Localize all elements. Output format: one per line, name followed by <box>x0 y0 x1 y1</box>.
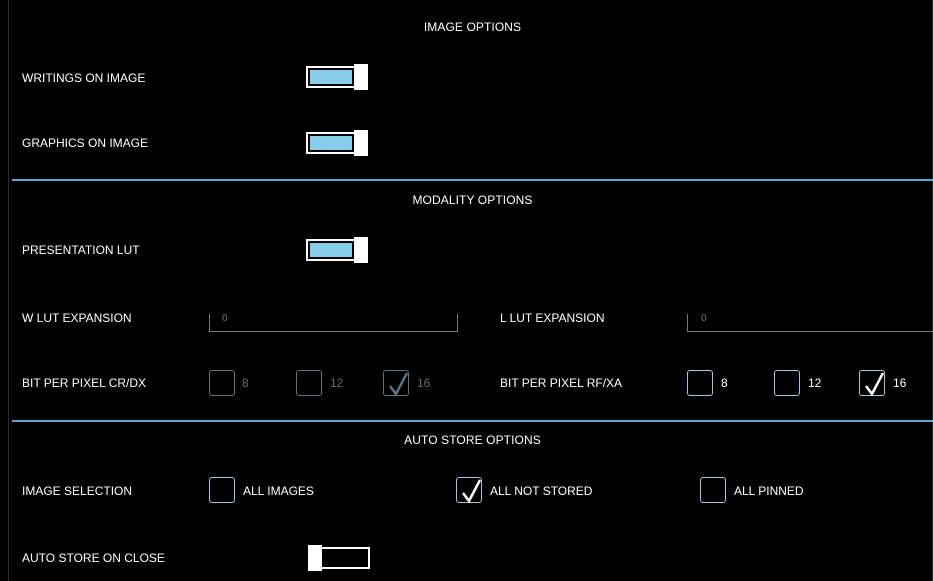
crdx-16-label: 16 <box>417 376 431 390</box>
graphics-on-image-toggle[interactable] <box>306 130 368 156</box>
rfxa-12-checkbox[interactable] <box>774 370 800 396</box>
check-icon <box>462 479 482 504</box>
writings-on-image-toggle[interactable] <box>306 64 368 90</box>
section-divider <box>12 179 933 181</box>
crdx-8-checkbox[interactable] <box>209 370 235 396</box>
all-images-checkbox[interactable] <box>209 477 235 503</box>
check-icon <box>865 372 885 397</box>
rfxa-16-label: 16 <box>893 376 907 390</box>
section-divider <box>12 420 933 422</box>
image-selection-label: IMAGE SELECTION <box>22 484 133 498</box>
all-not-stored-label: ALL NOT STORED <box>490 484 593 498</box>
bit-per-pixel-rfxa-label: BIT PER PIXEL RF/XA <box>500 376 623 390</box>
presentation-lut-label: PRESENTATION LUT <box>22 243 140 257</box>
auto-store-on-close-toggle[interactable] <box>308 545 370 571</box>
presentation-lut-toggle[interactable] <box>306 237 368 263</box>
rfxa-12-label: 12 <box>808 376 822 390</box>
all-pinned-checkbox[interactable] <box>700 477 726 503</box>
rfxa-8-label: 8 <box>721 376 728 390</box>
check-icon <box>389 372 409 397</box>
rfxa-8-checkbox[interactable] <box>687 370 713 396</box>
w-lut-expansion-value: 0 <box>222 313 228 324</box>
all-not-stored-checkbox[interactable] <box>456 477 482 504</box>
rfxa-16-checkbox[interactable] <box>859 370 885 397</box>
all-images-label: ALL IMAGES <box>243 484 314 498</box>
crdx-8-label: 8 <box>242 376 249 390</box>
all-pinned-label: ALL PINNED <box>734 484 804 498</box>
crdx-16-checkbox[interactable] <box>383 370 409 397</box>
modality-options-title: MODALITY OPTIONS <box>412 193 533 207</box>
l-lut-expansion-label: L LUT EXPANSION <box>500 311 605 325</box>
bit-per-pixel-crdx-label: BIT PER PIXEL CR/DX <box>22 376 147 390</box>
crdx-12-checkbox[interactable] <box>296 370 322 396</box>
auto-store-options-title: AUTO STORE OPTIONS <box>404 433 541 447</box>
auto-store-on-close-label: AUTO STORE ON CLOSE <box>22 551 165 565</box>
crdx-12-label: 12 <box>330 376 344 390</box>
w-lut-expansion-input[interactable] <box>209 314 458 332</box>
graphics-on-image-label: GRAPHICS ON IMAGE <box>22 136 149 150</box>
writings-on-image-label: WRITINGS ON IMAGE <box>22 71 146 85</box>
image-options-title: IMAGE OPTIONS <box>423 20 522 34</box>
w-lut-expansion-label: W LUT EXPANSION <box>22 311 132 325</box>
l-lut-expansion-value: 0 <box>701 313 707 324</box>
l-lut-expansion-input[interactable] <box>687 314 933 332</box>
